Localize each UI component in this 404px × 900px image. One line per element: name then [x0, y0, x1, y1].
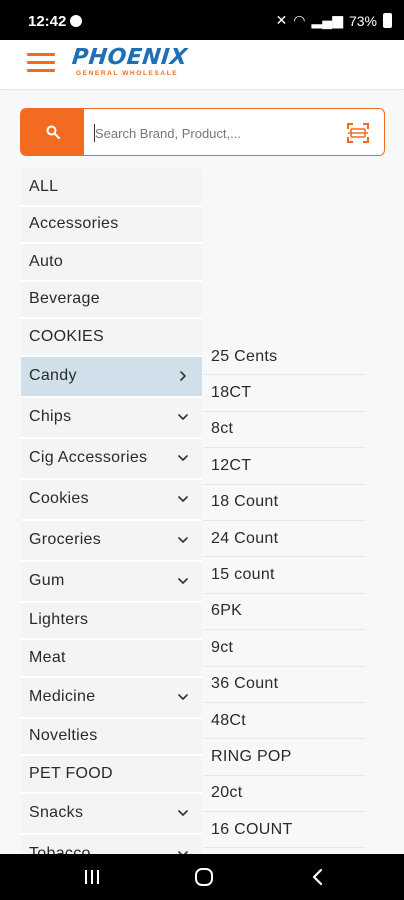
logo-text: PHOENIX — [70, 45, 189, 70]
category-label: Accessories — [29, 215, 119, 233]
status-icons: ✕ ◠ ▂▄▆ 73% — [276, 12, 392, 29]
search-button[interactable] — [21, 109, 84, 155]
subcategory-item[interactable]: 8ct — [203, 411, 366, 449]
subcategory-item[interactable]: 36 Count — [203, 666, 366, 703]
category-label: Beverage — [29, 290, 100, 308]
subcategory-item[interactable]: 15 count — [203, 557, 366, 594]
back-icon[interactable] — [308, 868, 328, 886]
main-content: ALL Accessories Auto Beverage COOKIES Candy Ch… — [0, 91, 404, 854]
subcategory-item[interactable]: 12CT — [203, 448, 366, 485]
subcategory-item[interactable]: 20ct — [203, 775, 366, 813]
search-bar — [20, 108, 385, 156]
subcategory-item[interactable]: 24 Count — [203, 520, 366, 558]
category-item[interactable]: COOKIES — [21, 319, 202, 357]
recent-apps-icon[interactable] — [82, 868, 102, 886]
subcategory-item[interactable]: 48Ct — [203, 702, 366, 740]
wifi-icon: ◠ — [293, 12, 306, 28]
category-item[interactable]: Auto — [21, 244, 202, 282]
subcategory-item[interactable]: 6PK — [203, 593, 366, 631]
status-time: 12:42 — [28, 13, 67, 30]
category-label: COOKIES — [29, 327, 105, 345]
battery-icon — [383, 13, 392, 28]
category-label: Novelties — [29, 727, 98, 745]
category-label: Medicine — [29, 688, 96, 705]
category-item[interactable]: Cig Accessories — [21, 438, 202, 480]
category-label: Gum — [29, 572, 65, 589]
category-item[interactable]: Chips — [21, 397, 202, 439]
category-item[interactable]: Cookies — [21, 479, 202, 521]
category-label: ALL — [29, 177, 59, 195]
category-label: Chips — [29, 408, 72, 425]
home-icon[interactable] — [193, 868, 215, 886]
subcategory-item[interactable]: 18CT — [203, 375, 366, 412]
category-label: PET FOOD — [29, 764, 113, 782]
chevron-down-icon[interactable] — [178, 535, 188, 545]
category-item[interactable]: Beverage — [21, 281, 202, 319]
chevron-down-icon[interactable] — [178, 692, 188, 702]
category-item[interactable]: Tobacco — [21, 834, 202, 854]
search-icon — [46, 125, 60, 139]
category-label: Auto — [29, 252, 64, 270]
category-label: Tobacco — [29, 845, 91, 854]
system-nav-bar — [0, 854, 404, 900]
subcategory-item[interactable]: 25 Cents — [203, 339, 366, 376]
menu-icon[interactable] — [27, 53, 55, 75]
status-bar: 12:42 ✕ ◠ ▂▄▆ 73% — [0, 0, 404, 40]
category-label: Snacks — [29, 804, 84, 821]
category-label: Groceries — [29, 531, 102, 548]
battery-percent: 73% — [348, 12, 377, 29]
category-item[interactable]: Meat — [21, 640, 202, 678]
category-label: Meat — [29, 648, 66, 666]
category-item[interactable]: Novelties — [21, 718, 202, 756]
category-item[interactable]: Accessories — [21, 206, 202, 244]
logo[interactable]: PHOENIX GENERAL WHOLESALE — [70, 45, 202, 84]
category-list: ALL Accessories Auto Beverage COOKIES Candy Ch… — [21, 169, 202, 854]
logo-tagline: GENERAL WHOLESALE — [76, 70, 179, 77]
signal-icon: ▂▄▆ — [311, 12, 343, 28]
subcategory-item[interactable]: 9ct — [203, 630, 366, 667]
category-item[interactable]: Groceries — [21, 520, 202, 562]
search-input[interactable] — [95, 121, 335, 145]
chevron-down-icon[interactable] — [178, 453, 188, 463]
notification-icon — [70, 15, 82, 27]
category-item[interactable]: Snacks — [21, 793, 202, 835]
mute-icon: ✕ — [275, 12, 288, 28]
subcategory-item[interactable]: RING POP — [203, 739, 366, 776]
chevron-right-icon[interactable] — [178, 371, 188, 381]
barcode-scan-icon[interactable] — [346, 121, 370, 145]
category-item[interactable]: Candy — [21, 356, 202, 398]
category-item[interactable]: Gum — [21, 561, 202, 603]
category-item[interactable]: PET FOOD — [21, 756, 202, 794]
chevron-down-icon[interactable] — [178, 576, 188, 586]
category-label: Candy — [29, 367, 77, 384]
category-item[interactable]: Medicine — [21, 677, 202, 719]
chevron-down-icon[interactable] — [178, 494, 188, 504]
category-label: Lighters — [29, 611, 89, 629]
category-label: Cig Accessories — [29, 449, 148, 466]
chevron-down-icon[interactable] — [178, 412, 188, 422]
subcategory-item[interactable]: 16 COUNT — [203, 812, 366, 849]
category-item[interactable]: Lighters — [21, 602, 202, 640]
category-item[interactable]: ALL — [21, 169, 202, 207]
category-label: Cookies — [29, 490, 89, 507]
subcategory-item[interactable]: 18 Count — [203, 484, 366, 521]
chevron-down-icon[interactable] — [178, 808, 188, 818]
subcategory-list: 25 Cents 18CT 8ct 12CT 18 Count 24 Count 15 co… — [203, 339, 366, 849]
app-bar: PHOENIX GENERAL WHOLESALE — [0, 40, 404, 90]
